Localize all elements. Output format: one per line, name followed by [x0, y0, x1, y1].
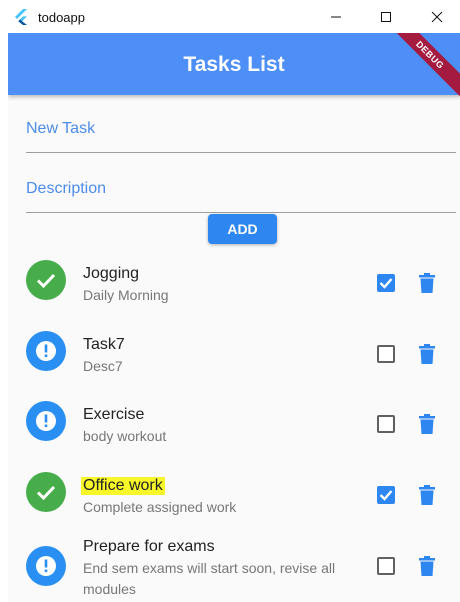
info-circle-icon — [26, 546, 66, 586]
maximize-icon — [381, 11, 391, 22]
task-done-checkbox[interactable] — [377, 345, 395, 363]
delete-icon[interactable] — [418, 414, 436, 434]
checkmark-icon — [379, 278, 393, 289]
task-row: Exercise body workout — [8, 386, 460, 456]
task-description: Complete assigned work — [83, 499, 237, 515]
task-title: Prepare for exams — [83, 538, 215, 555]
app-bar: Tasks List DEBUG — [8, 33, 460, 104]
description-field — [26, 156, 456, 213]
close-icon — [431, 11, 443, 22]
task-done-checkbox[interactable] — [377, 415, 395, 433]
check-circle-icon — [26, 472, 66, 512]
delete-icon[interactable] — [418, 273, 436, 293]
task-row: Jogging Daily Morning — [8, 245, 460, 315]
delete-icon[interactable] — [418, 556, 436, 576]
task-done-checkbox[interactable] — [377, 274, 395, 292]
task-title: Jogging — [83, 265, 140, 282]
app-content: Tasks List DEBUG ADD Jogging Daily Morni… — [8, 33, 460, 602]
new-task-input[interactable] — [26, 96, 456, 152]
task-title: Exercise — [83, 406, 145, 423]
task-row: Prepare for exams End sem exams will sta… — [8, 527, 460, 602]
maximize-button[interactable] — [363, 0, 409, 33]
task-description: End sem exams will start soon, revise al… — [83, 560, 336, 597]
check-circle-icon — [26, 260, 66, 300]
info-circle-icon — [26, 401, 66, 441]
task-description: Desc7 — [83, 358, 123, 374]
minimize-icon — [331, 16, 341, 17]
flutter-logo-icon — [15, 9, 27, 25]
task-description: Daily Morning — [83, 287, 169, 303]
task-title: Task7 — [83, 336, 125, 353]
description-input[interactable] — [26, 156, 456, 212]
window-titlebar: todoapp — [0, 0, 460, 33]
new-task-field — [26, 96, 456, 153]
info-circle-icon — [26, 331, 66, 371]
task-done-checkbox[interactable] — [377, 557, 395, 575]
task-description: body workout — [83, 428, 167, 444]
delete-icon[interactable] — [418, 344, 436, 364]
page-title: Tasks List — [183, 53, 285, 76]
task-row: Task7 Desc7 — [8, 316, 460, 386]
task-row: Office work Complete assigned work — [8, 457, 460, 527]
checkmark-icon — [379, 490, 393, 501]
task-title: Office work — [81, 477, 165, 495]
close-button[interactable] — [414, 0, 460, 33]
delete-icon[interactable] — [418, 485, 436, 505]
minimize-button[interactable] — [313, 0, 359, 33]
window-title: todoapp — [38, 10, 85, 25]
task-done-checkbox[interactable] — [377, 486, 395, 504]
add-button[interactable]: ADD — [208, 214, 277, 244]
